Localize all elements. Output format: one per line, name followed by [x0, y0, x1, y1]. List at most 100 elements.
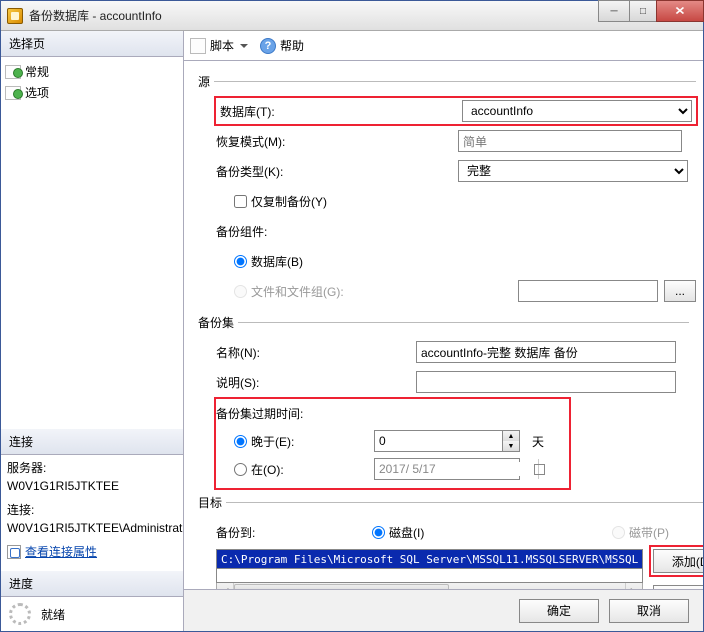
connection-info: 服务器: W0V1G1RI5JTKTEE 连接: W0V1G1RI5JTKTEE…: [1, 455, 183, 571]
component-label: 备份组件:: [216, 223, 366, 240]
help-icon: ?: [260, 38, 276, 54]
help-label: 帮助: [280, 37, 304, 54]
component-files-row: 文件和文件组(G): ...: [216, 278, 696, 304]
props-icon: [7, 545, 21, 559]
expire-date-value[interactable]: [375, 462, 538, 476]
ok-button[interactable]: 确定: [519, 599, 599, 623]
filegroup-field: [518, 280, 658, 302]
copy-only-row: 仅复制备份(Y): [216, 188, 696, 214]
desc-row: 说明(S):: [216, 369, 689, 395]
name-row: 名称(N):: [216, 339, 689, 365]
copy-only-checkbox[interactable]: 仅复制备份(Y): [234, 193, 327, 210]
destination-list-body[interactable]: [216, 569, 643, 583]
calendar-icon[interactable]: [538, 459, 539, 479]
sidebar: 选择页 常规 选项 连接 服务器: W0V1G1RI5JTKTEE 连接: W0…: [1, 31, 184, 631]
spin-down-icon[interactable]: ▼: [503, 441, 519, 451]
source-legend: 源: [198, 73, 214, 90]
database-select[interactable]: accountInfo: [462, 100, 692, 122]
destination-legend: 目标: [198, 494, 226, 511]
destination-list-wrap: C:\Program Files\Microsoft SQL Server\MS…: [216, 549, 643, 589]
database-row: 数据库(T): accountInfo: [216, 98, 696, 124]
backup-to-row: 备份到: 磁盘(I) 磁带(P): [216, 519, 703, 545]
expire-days-input[interactable]: [374, 430, 502, 452]
component-database-radio[interactable]: 数据库(B): [234, 253, 303, 270]
backup-type-select[interactable]: 完整: [458, 160, 688, 182]
main-panel: 脚本 ? 帮助 源 数据库(T): accountInfo: [184, 31, 703, 631]
backup-type-label: 备份类型(K):: [216, 163, 458, 180]
expire-on-input[interactable]: [234, 463, 247, 476]
disk-radio[interactable]: 磁盘(I): [372, 524, 612, 541]
disk-input[interactable]: [372, 526, 385, 539]
page-icon: [5, 86, 21, 100]
expire-after-radio[interactable]: 晚于(E):: [234, 433, 374, 450]
expire-after-input[interactable]: [234, 435, 247, 448]
content: 源 数据库(T): accountInfo 恢复模式(M): 备份类型(K):: [184, 61, 703, 589]
tape-input: [612, 526, 625, 539]
database-label: 数据库(T):: [220, 103, 462, 120]
copy-only-input[interactable]: [234, 195, 247, 208]
recovery-row: 恢复模式(M):: [216, 128, 696, 154]
destination-buttons: 添加(D)... 删除(R) 内容(C): [653, 549, 703, 589]
backup-to-label: 备份到:: [216, 524, 372, 541]
backup-type-row: 备份类型(K): 完整: [216, 158, 696, 184]
spin-buttons[interactable]: ▲▼: [502, 430, 520, 452]
sidebar-item-label: 选项: [25, 84, 49, 101]
script-label: 脚本: [210, 37, 234, 54]
script-button[interactable]: 脚本: [190, 37, 248, 54]
recovery-value: [458, 130, 682, 152]
destination-list[interactable]: C:\Program Files\Microsoft SQL Server\MS…: [216, 549, 643, 569]
copy-only-label: 仅复制备份(Y): [251, 193, 327, 210]
expire-days-spinner[interactable]: ▲▼: [374, 430, 520, 452]
sidebar-item-general[interactable]: 常规: [3, 61, 181, 82]
backupset-legend: 备份集: [198, 314, 238, 331]
desc-input[interactable]: [416, 371, 676, 393]
tape-radio: 磁带(P): [612, 524, 669, 541]
backupset-group: 备份集 名称(N): 说明(S): 备份集过期时间:: [198, 314, 689, 488]
app-icon: [7, 8, 23, 24]
close-button[interactable]: ✕: [656, 0, 704, 22]
destination-list-row: C:\Program Files\Microsoft SQL Server\MS…: [216, 549, 703, 589]
disk-label: 磁盘(I): [389, 524, 424, 541]
maximize-button[interactable]: □: [629, 0, 657, 22]
cancel-button[interactable]: 取消: [609, 599, 689, 623]
expire-on-radio[interactable]: 在(O):: [234, 461, 374, 478]
h-scrollbar[interactable]: ◀ ▶: [216, 583, 643, 589]
expire-after-label: 晚于(E):: [251, 433, 294, 450]
server-label: 服务器:: [7, 459, 177, 477]
sidebar-header-pages: 选择页: [1, 31, 183, 57]
sidebar-header-connection: 连接: [1, 429, 183, 455]
scroll-thumb[interactable]: [234, 584, 449, 589]
component-db-input[interactable]: [234, 255, 247, 268]
expire-on-row: 在(O):: [216, 456, 559, 482]
expire-date-picker[interactable]: [374, 458, 520, 480]
sidebar-item-options[interactable]: 选项: [3, 82, 181, 103]
titlebar: 备份数据库 - accountInfo ─ □ ✕: [1, 1, 703, 31]
script-icon: [190, 38, 206, 54]
expire-days-unit: 天: [532, 433, 544, 450]
link-label: 查看连接属性: [25, 543, 97, 561]
component-db-row: 数据库(B): [216, 248, 696, 274]
expire-after-row: 晚于(E): ▲▼ 天: [216, 428, 559, 454]
window-title: 备份数据库 - accountInfo: [29, 7, 598, 24]
recovery-label: 恢复模式(M):: [216, 133, 458, 150]
view-connection-props-link[interactable]: 查看连接属性: [7, 543, 177, 561]
sidebar-pages: 常规 选项: [1, 57, 183, 429]
name-input[interactable]: [416, 341, 676, 363]
progress-status: 就绪: [41, 606, 65, 623]
component-files-label: 文件和文件组(G):: [251, 283, 344, 300]
destination-group: 目标 备份到: 磁盘(I) 磁带(P): [198, 494, 703, 589]
add-button[interactable]: 添加(D)...: [653, 549, 703, 573]
scroll-track[interactable]: [234, 583, 625, 589]
page-icon: [5, 65, 21, 79]
tape-label: 磁带(P): [629, 524, 669, 541]
expire-legend: 备份集过期时间:: [216, 405, 559, 422]
spinner-icon: [9, 603, 31, 625]
minimize-button[interactable]: ─: [598, 0, 630, 22]
window-buttons: ─ □ ✕: [598, 1, 703, 30]
expire-on-label: 在(O):: [251, 461, 284, 478]
filegroup-browse-button[interactable]: ...: [664, 280, 696, 302]
help-button[interactable]: ? 帮助: [260, 37, 304, 54]
spin-up-icon[interactable]: ▲: [503, 431, 519, 441]
progress-block: 就绪: [1, 597, 183, 631]
sidebar-header-progress: 进度: [1, 571, 183, 597]
